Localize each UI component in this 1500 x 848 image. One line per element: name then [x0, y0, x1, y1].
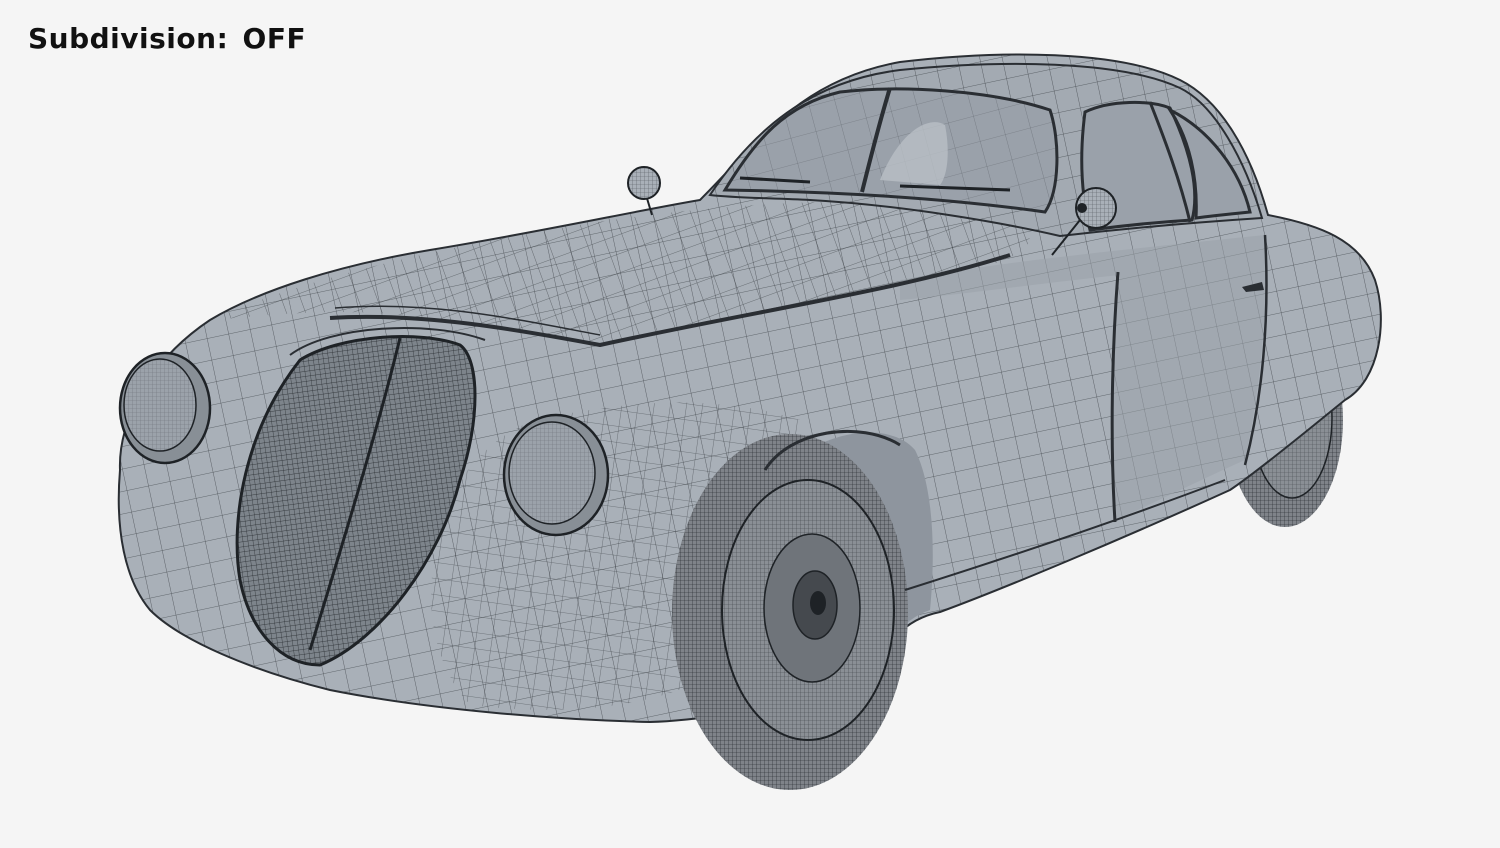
car-wireframe-render [117, 53, 1382, 790]
viewport: Subdivision: OFF [0, 0, 1500, 844]
caption-value: OFF [242, 22, 307, 55]
front-wheel [672, 434, 908, 790]
right-headlight [502, 413, 610, 537]
left-headlight [118, 351, 212, 465]
caption-label: Subdivision: [28, 22, 229, 55]
subdivision-caption: Subdivision: OFF [28, 22, 306, 55]
